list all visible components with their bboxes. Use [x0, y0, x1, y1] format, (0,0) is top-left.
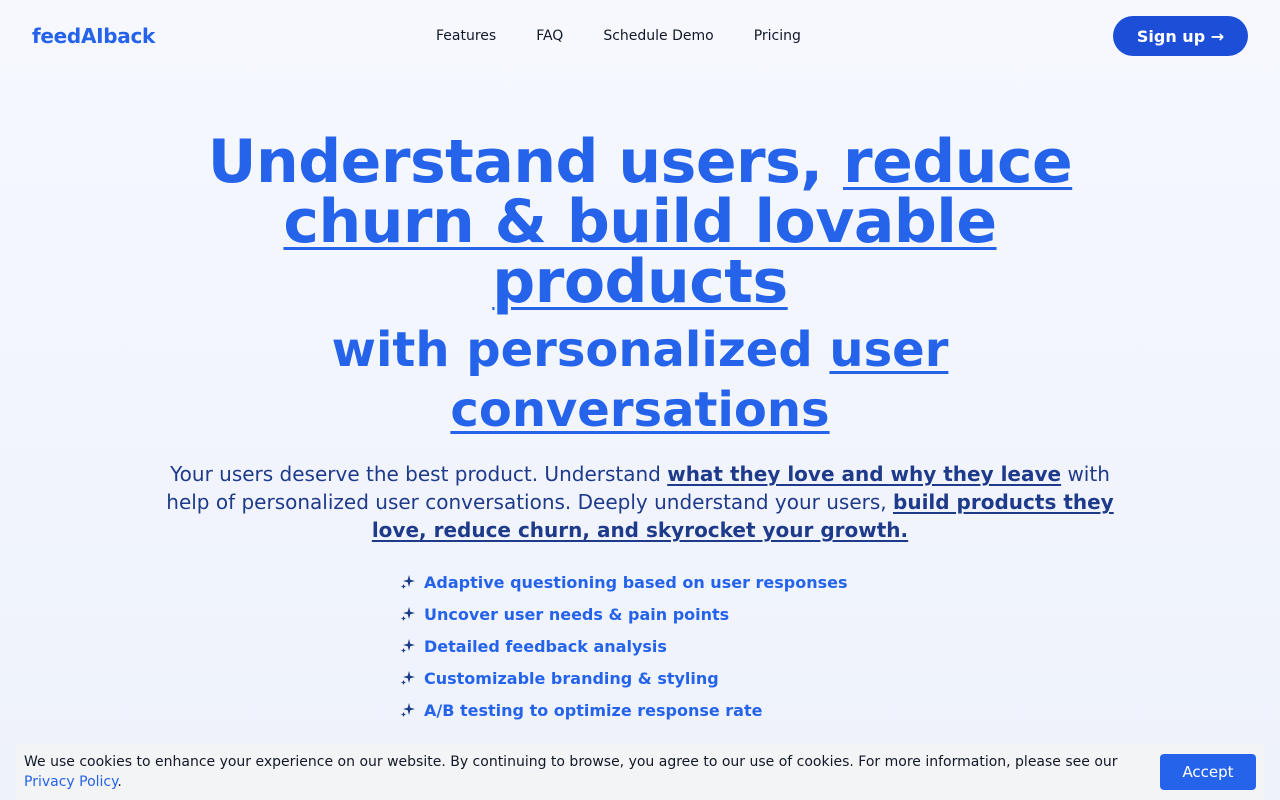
nav-features[interactable]: Features [416, 26, 516, 46]
cookie-banner: We use cookies to enhance your experienc… [16, 744, 1264, 800]
signup-button[interactable]: Sign up → [1113, 16, 1248, 56]
sparkle-icon [401, 607, 415, 621]
nav-schedule-demo[interactable]: Schedule Demo [583, 26, 733, 46]
hero-description: Your users deserve the best product. Und… [160, 460, 1120, 544]
feature-item: Adaptive questioning based on user respo… [400, 566, 848, 598]
feature-item: Detailed feedback analysis [400, 630, 848, 662]
main-nav: Features FAQ Schedule Demo Pricing [416, 26, 821, 46]
feature-label: Uncover user needs & pain points [424, 604, 730, 624]
nav-pricing[interactable]: Pricing [734, 26, 821, 46]
lede-emphasis-1: what they love and why they leave [667, 462, 1062, 486]
feature-list: Adaptive questioning based on user respo… [400, 566, 848, 726]
feature-label: Detailed feedback analysis [424, 636, 667, 656]
landing-page: feedAIback Features FAQ Schedule Demo Pr… [0, 0, 1280, 800]
feature-label: A/B testing to optimize response rate [424, 700, 763, 720]
hero-subtitle-plain: with personalized [331, 322, 830, 378]
feature-label: Customizable branding & styling [424, 668, 719, 688]
cookie-message: We use cookies to enhance your experienc… [24, 752, 1144, 792]
hero-title: Understand users, reduce churn & build l… [140, 132, 1140, 312]
accept-cookies-button[interactable]: Accept [1160, 754, 1256, 790]
hero-subtitle: with personalized user conversations [140, 320, 1140, 440]
lede-part1: Your users deserve the best product. Und… [170, 462, 668, 486]
privacy-policy-link[interactable]: Privacy Policy [24, 774, 117, 790]
cookie-text: We use cookies to enhance your experienc… [24, 754, 1118, 770]
cookie-text-end: . [117, 774, 122, 790]
sparkle-icon [401, 703, 415, 717]
sparkle-icon [401, 575, 415, 589]
nav-faq[interactable]: FAQ [516, 26, 583, 46]
sparkle-icon [401, 639, 415, 653]
sparkle-icon [401, 671, 415, 685]
feature-label: Adaptive questioning based on user respo… [424, 572, 848, 592]
feature-item: Customizable branding & styling [400, 662, 848, 694]
hero: Understand users, reduce churn & build l… [140, 132, 1140, 440]
site-header: feedAIback Features FAQ Schedule Demo Pr… [0, 0, 1280, 72]
feature-item: Uncover user needs & pain points [400, 598, 848, 630]
feature-item: A/B testing to optimize response rate [400, 694, 848, 726]
logo[interactable]: feedAIback [32, 24, 155, 48]
